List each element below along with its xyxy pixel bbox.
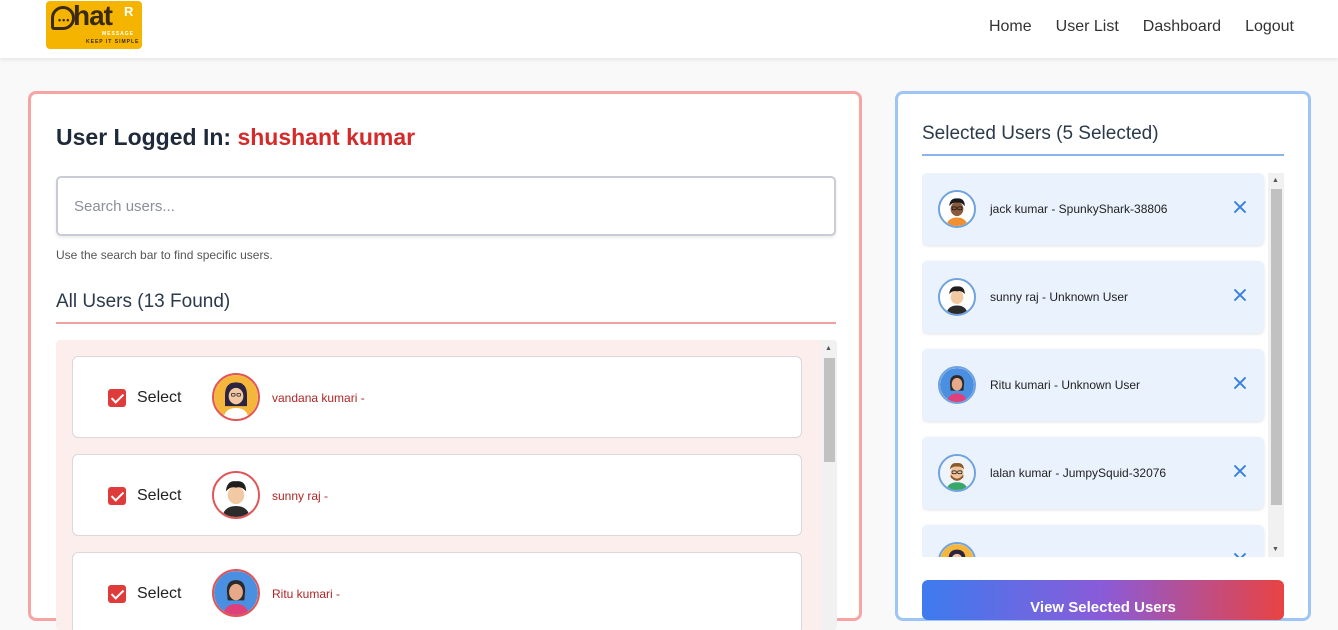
user-list-scrollbar[interactable]: ▲ (821, 340, 837, 630)
selected-user-card: Ritu kumari - Unknown User (922, 349, 1264, 421)
view-selected-users-button[interactable]: View Selected Users (922, 580, 1284, 620)
user-card[interactable]: Select Ritu kumari - (72, 552, 802, 630)
scroll-up-icon[interactable]: ▲ (1272, 177, 1279, 184)
nav-links: Home User List Dashboard Logout (989, 18, 1294, 36)
search-input[interactable] (56, 176, 836, 236)
selected-users-panel: Selected Users (5 Selected) jack kumar -… (895, 91, 1311, 621)
user-name: vandana kumari - (272, 391, 365, 405)
selected-users-heading: Selected Users (5 Selected) (922, 123, 1159, 144)
avatar-man-glasses-icon (938, 190, 976, 228)
logged-in-title: User Logged In: shushant kumar (56, 124, 415, 151)
selected-user-card: sunny raj - Unknown User (922, 261, 1264, 333)
remove-user-close-icon[interactable] (1231, 374, 1249, 392)
avatar-man-dark-hair-icon (938, 278, 976, 316)
select-label[interactable]: Select (137, 487, 181, 505)
avatar-woman-blue-icon (938, 366, 976, 404)
selected-user-name: Ritu kumari - Unknown User (990, 378, 1141, 392)
logo-tagline: KEEP IT SIMPLE (86, 39, 140, 45)
selected-list-scrollbar[interactable]: ▲ ▼ (1268, 173, 1284, 557)
user-card[interactable]: Select sunny raj - (72, 454, 802, 536)
selected-user-card: lalan kumar - JumpySquid-32076 (922, 437, 1264, 509)
selected-user-name: lalan kumar - JumpySquid-32076 (990, 466, 1167, 480)
scroll-up-icon[interactable]: ▲ (825, 345, 832, 352)
logo-r: R (124, 4, 134, 19)
chatr-logo[interactable]: ••• hat R MESSAGE KEEP IT SIMPLE (46, 1, 142, 49)
logo-text: hat (73, 1, 113, 31)
user-name: sunny raj - (272, 489, 329, 503)
avatar-woman-yellow-icon (938, 542, 976, 557)
user-name: Ritu kumari - (272, 587, 341, 601)
logged-in-label: User Logged In: (56, 124, 232, 150)
nav-logout-link[interactable]: Logout (1245, 18, 1294, 36)
selected-user-name: jack kumar - SpunkyShark-38806 (990, 202, 1168, 216)
selected-user-card (922, 525, 1264, 557)
heading-divider (922, 154, 1284, 156)
all-users-heading: All Users (13 Found) (56, 291, 231, 312)
scroll-down-icon[interactable]: ▼ (1272, 546, 1279, 553)
scrollbar-thumb[interactable] (1271, 189, 1282, 505)
navbar: ••• hat R MESSAGE KEEP IT SIMPLE Home Us… (0, 0, 1338, 58)
avatar-woman-yellow-icon (212, 373, 260, 421)
remove-user-close-icon[interactable] (1231, 286, 1249, 304)
remove-user-close-icon[interactable] (1231, 550, 1249, 557)
user-list[interactable]: Select vandana kumari - Select sunny raj… (56, 340, 837, 630)
remove-user-close-icon[interactable] (1231, 462, 1249, 480)
select-checkbox[interactable] (108, 487, 126, 505)
logo-subtitle: MESSAGE (102, 31, 135, 37)
selected-users-list[interactable]: jack kumar - SpunkyShark-38806 sunny raj… (922, 173, 1284, 557)
heading-divider (56, 322, 836, 324)
selected-user-name: sunny raj - Unknown User (990, 290, 1129, 304)
avatar-man-beard-icon (938, 454, 976, 492)
select-label[interactable]: Select (137, 585, 181, 603)
logged-in-username: shushant kumar (237, 124, 416, 150)
selected-user-card: jack kumar - SpunkyShark-38806 (922, 173, 1264, 245)
avatar-woman-blue-icon (212, 569, 260, 617)
avatar-man-dark-hair-icon (212, 471, 260, 519)
nav-home-link[interactable]: Home (989, 18, 1032, 36)
all-users-panel: User Logged In: shushant kumar Use the s… (28, 91, 862, 630)
nav-dashboard-link[interactable]: Dashboard (1143, 18, 1221, 36)
nav-user-list-link[interactable]: User List (1056, 18, 1119, 36)
select-checkbox[interactable] (108, 585, 126, 603)
select-label[interactable]: Select (137, 389, 181, 407)
scrollbar-thumb[interactable] (824, 358, 835, 462)
search-hint: Use the search bar to find specific user… (56, 248, 273, 262)
remove-user-close-icon[interactable] (1231, 198, 1249, 216)
logo-dots: ••• (58, 15, 71, 25)
user-card[interactable]: Select vandana kumari - (72, 356, 802, 438)
select-checkbox[interactable] (108, 389, 126, 407)
